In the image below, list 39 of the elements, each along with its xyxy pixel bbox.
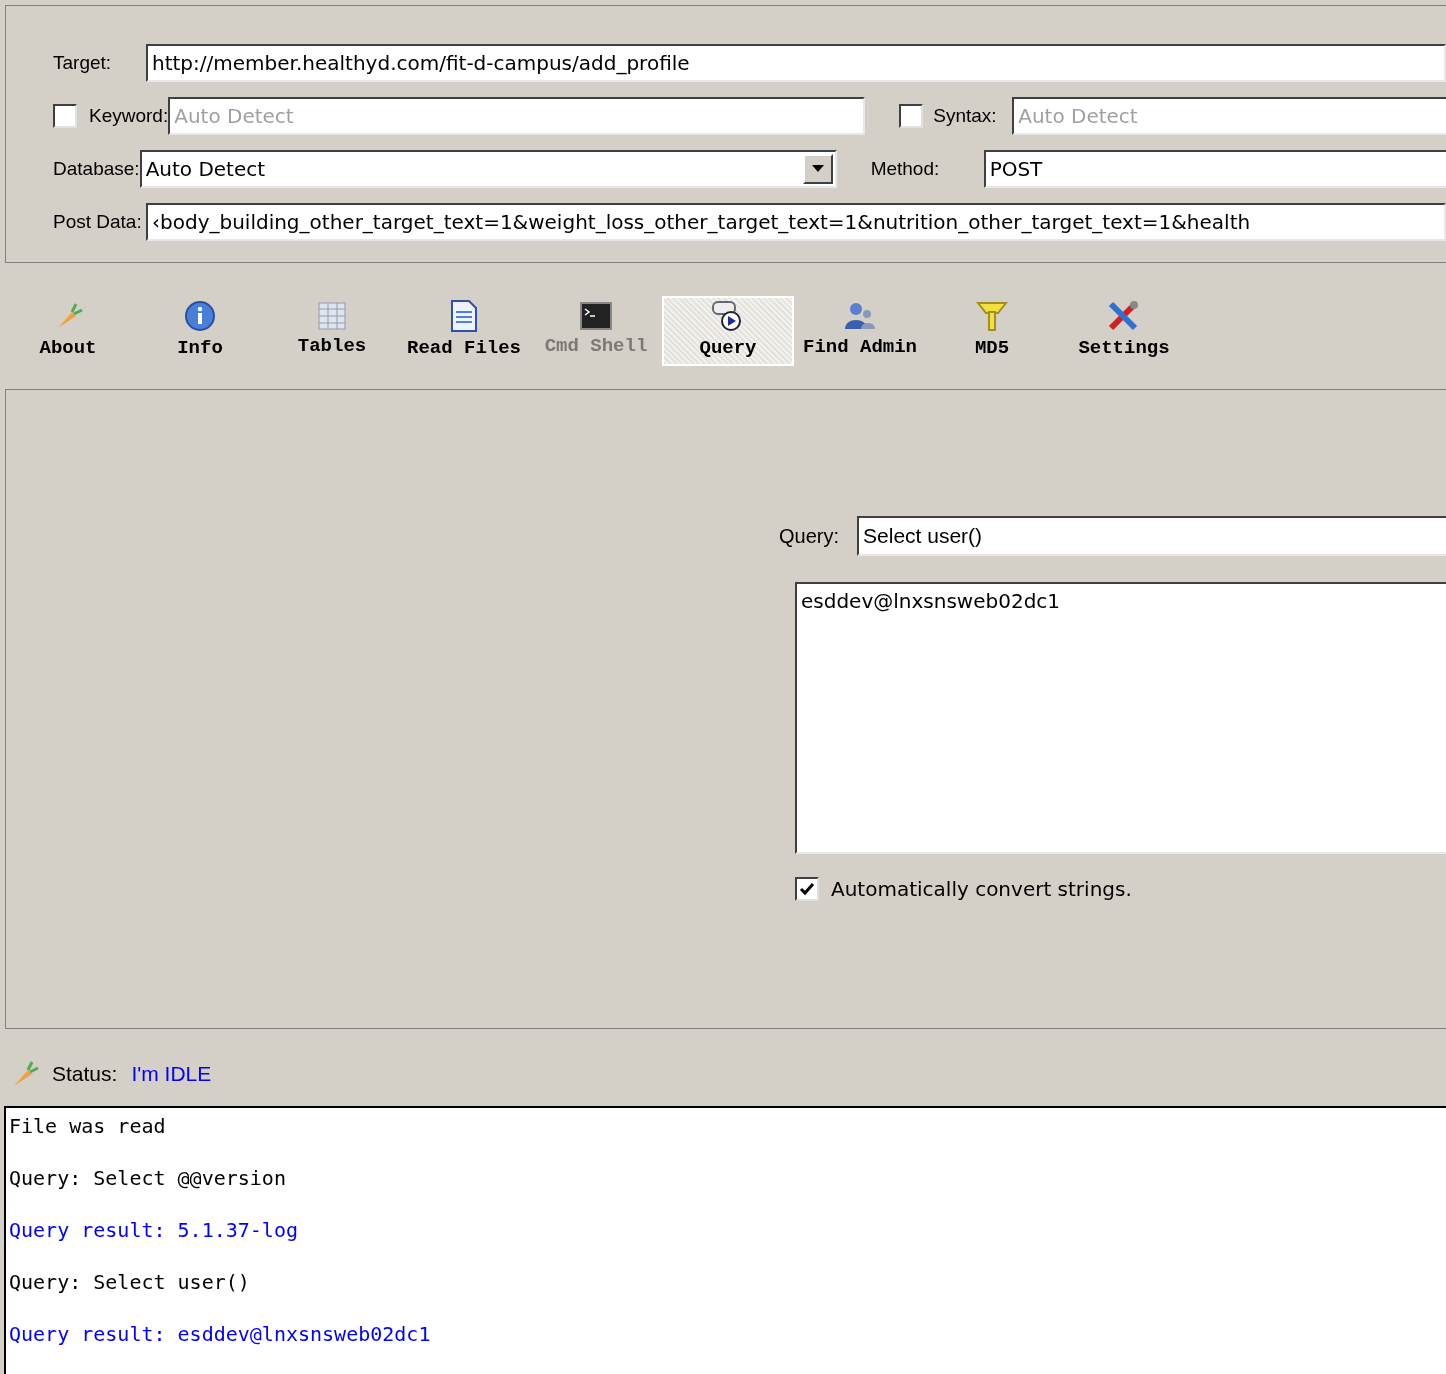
terminal-icon: [580, 301, 612, 330]
info-icon: [184, 299, 216, 332]
field-label: Method:: [870, 157, 940, 179]
checkmark-icon: [799, 881, 815, 897]
status-label: Status:: [52, 1061, 118, 1088]
toolbar-button[interactable]: MD5: [926, 296, 1058, 366]
auto-convert-checkbox[interactable]: [795, 877, 819, 901]
table-icon: [318, 301, 346, 330]
document-icon: [450, 299, 478, 332]
auto-convert-label: Automatically convert strings.: [831, 876, 1132, 903]
database-dropdown[interactable]: Auto Detect: [139, 150, 837, 188]
field-label: Post Data:: [53, 209, 143, 234]
log-line: Query: Select @@version: [9, 1165, 287, 1192]
toolbar-button[interactable]: About: [2, 296, 134, 366]
status-value: I'm IDLE: [131, 1061, 212, 1088]
log-line: Query result: 5.1.37-log: [9, 1217, 299, 1244]
toolbar-button[interactable]: Info: [134, 296, 266, 366]
toolbar-button[interactable]: Settings: [1058, 296, 1190, 366]
toolbar-button[interactable]: Find Admin: [794, 296, 926, 366]
query-result-area[interactable]: esddev@lnxsnsweb02dc1: [795, 582, 1446, 854]
log-line: File was read: [9, 1113, 167, 1140]
toolbar-button[interactable]: Read Files: [398, 296, 530, 366]
query-label: Query:: [779, 524, 840, 549]
field-label: Database:: [53, 156, 140, 181]
target-field[interactable]: http://member.healthyd.com/fit-d-campus/add_profile: [146, 44, 1446, 82]
field-label: Target:: [53, 50, 113, 75]
field-label: Syntax:: [933, 103, 997, 128]
keyword-checkbox[interactable]: [53, 104, 77, 128]
method-field[interactable]: POST: [983, 150, 1446, 188]
log-line: Query result: esddev@lnxsnsweb02dc1: [9, 1321, 432, 1348]
log-line: Query: Select user(): [9, 1269, 251, 1296]
toolbar-button[interactable]: Tables: [266, 296, 398, 366]
users-icon: [843, 300, 877, 331]
toolbar-button[interactable]: Query: [662, 296, 794, 366]
post-data-field[interactable]: ‹body_building_other_target_text=1&weight_loss_other_target_text=1&nutrition_other_target_text=1&health: [146, 203, 1446, 241]
field-label: Keyword:: [89, 103, 169, 128]
query-field[interactable]: Select user(): [857, 516, 1446, 556]
tools-icon: [1107, 299, 1141, 332]
syntax-checkbox[interactable]: [899, 104, 924, 128]
